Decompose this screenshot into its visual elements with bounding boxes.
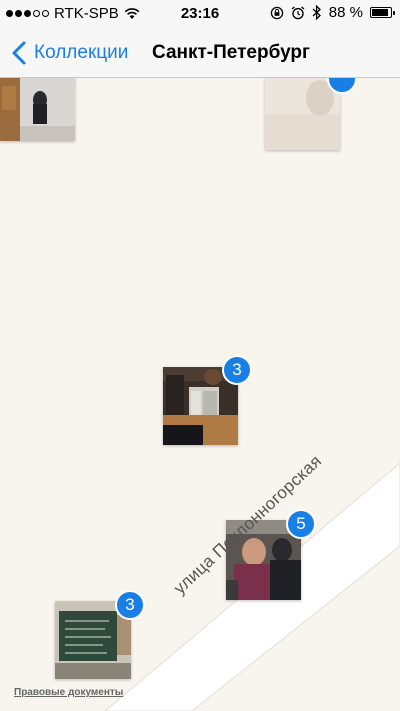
status-bar: RTK-SPB 23:16 88 % bbox=[0, 0, 400, 28]
bluetooth-icon bbox=[312, 5, 321, 20]
back-button-label: Коллекции bbox=[34, 42, 129, 63]
legal-documents-link[interactable]: Правовые документы bbox=[14, 687, 123, 698]
cluster-count-badge: 5 bbox=[286, 509, 316, 539]
photo-image bbox=[265, 78, 340, 150]
cluster-count-badge: 3 bbox=[222, 355, 252, 385]
battery-fill bbox=[372, 9, 388, 16]
chevron-left-icon bbox=[12, 41, 26, 65]
rotation-lock-icon bbox=[270, 6, 284, 19]
photo-thumbnail[interactable] bbox=[0, 78, 75, 141]
page-title: Санкт-Петербург bbox=[152, 42, 310, 63]
alarm-icon bbox=[291, 5, 305, 19]
cluster-count-badge: 3 bbox=[115, 590, 145, 620]
status-right: 88 % bbox=[270, 4, 395, 21]
photo-thumbnail[interactable] bbox=[265, 78, 340, 150]
map-view[interactable]: 3 5 3 улица Поклонногорская Правовые док… bbox=[0, 78, 400, 711]
battery-percent: 88 % bbox=[328, 4, 363, 21]
navigation-bar: Коллекции Санкт-Петербург bbox=[0, 28, 400, 78]
battery-icon bbox=[370, 7, 395, 18]
photo-image bbox=[0, 78, 75, 141]
back-button[interactable]: Коллекции bbox=[8, 28, 128, 78]
